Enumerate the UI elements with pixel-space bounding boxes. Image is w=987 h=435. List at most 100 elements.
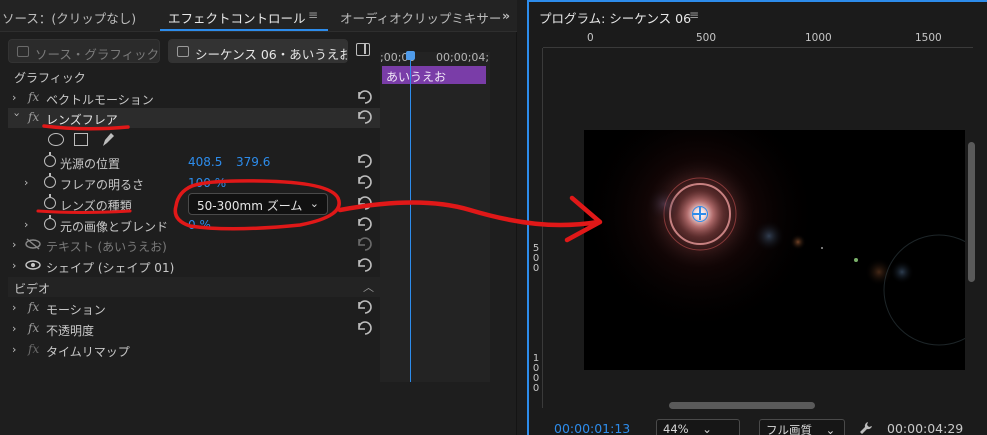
tab-audio-clip-mixer[interactable]: オーディオクリップミキサー <box>340 8 501 27</box>
effect-row-opacity[interactable]: › fx 不透明度 <box>8 319 380 339</box>
effect-row-text-layer[interactable]: › テキスト (あいうえお) <box>8 235 380 255</box>
effect-controls-menu-icon[interactable]: ≡ <box>308 8 318 22</box>
flare-brightness-label: フレアの明るさ <box>60 178 145 192</box>
reset-icon[interactable] <box>356 320 374 336</box>
fx-icon[interactable]: fx <box>28 110 39 124</box>
rectangle-mask-icon[interactable] <box>74 133 88 146</box>
vertical-scrollbar[interactable] <box>968 142 975 282</box>
playhead-line <box>410 52 411 382</box>
source-graphic-chip[interactable]: ソース・グラフィック <box>8 39 160 63</box>
program-viewer[interactable] <box>584 130 965 370</box>
current-timecode[interactable]: 00:00:01:13 <box>554 421 630 435</box>
monitor-controls: 00:00:01:13 44% ⌄ フル画質 ⌄ 00:00:04:29 <box>529 418 987 435</box>
duration-timecode: 00:00:04:29 <box>887 421 964 435</box>
fx-icon[interactable]: fx <box>28 342 39 356</box>
sequence-chip-label: シーケンス 06・あいうえお <box>195 47 348 62</box>
opacity-label: 不透明度 <box>46 324 95 338</box>
wrench-icon[interactable] <box>859 421 873 435</box>
effect-row-flare-center[interactable]: 光源の位置 408.5 379.6 <box>8 152 380 172</box>
blend-value[interactable]: 0 % <box>188 218 211 232</box>
stopwatch-icon[interactable] <box>44 194 56 209</box>
chevron-down-icon: ⌄ <box>309 197 319 210</box>
ellipse-mask-icon[interactable] <box>48 133 64 146</box>
zoom-value: 44% <box>663 422 689 435</box>
reset-icon[interactable] <box>356 174 374 190</box>
effect-row-flare-brightness[interactable]: › フレアの明るさ 100 % <box>8 173 380 193</box>
panel-toggle-icon[interactable] <box>356 43 370 56</box>
reset-icon[interactable] <box>356 195 374 211</box>
quality-value: フル画質 <box>766 423 812 435</box>
ruler-left: 500 1000 <box>529 48 543 408</box>
lens-type-dropdown[interactable]: 50-300mm ズーム ⌄ <box>188 193 328 215</box>
tab-effect-controls[interactable]: エフェクトコントロール <box>168 8 306 27</box>
clip-bar[interactable]: あいうえお <box>382 66 486 84</box>
collapse-chevron-icon[interactable]: › <box>11 113 24 123</box>
expand-chevron-icon[interactable]: › <box>24 176 34 189</box>
active-tab-indicator <box>160 29 328 31</box>
reset-icon[interactable] <box>356 257 374 273</box>
stopwatch-icon[interactable] <box>44 152 56 167</box>
fx-icon[interactable]: fx <box>28 300 39 314</box>
fx-icon[interactable]: fx <box>28 321 39 335</box>
stopwatch-icon[interactable] <box>44 215 56 230</box>
expand-chevron-icon[interactable]: › <box>12 259 22 272</box>
program-monitor-panel: プログラム: シーケンス 06 ≡ 0 500 1000 1500 500 10… <box>527 0 987 435</box>
reset-icon[interactable] <box>356 89 374 105</box>
collapse-caret-icon[interactable]: ︿ <box>363 279 374 295</box>
lens-flare-render <box>584 130 965 346</box>
ruler-left-500: 500 <box>532 243 540 274</box>
visibility-icon[interactable] <box>25 259 41 271</box>
fx-icon[interactable]: fx <box>28 90 39 104</box>
video-section-header: ビデオ ︿ <box>8 277 380 297</box>
flare-center-x-value[interactable]: 408.5 <box>188 155 222 169</box>
ruler-top: 0 500 1000 1500 <box>543 32 973 48</box>
flare-center-handle[interactable] <box>692 206 708 222</box>
zoom-select[interactable]: 44% ⌄ <box>656 419 740 435</box>
playhead-handle[interactable] <box>406 51 415 60</box>
expand-chevron-icon[interactable]: › <box>12 91 22 104</box>
sequence-clip-chip[interactable]: シーケンス 06・あいうえお <box>168 39 348 63</box>
pen-mask-icon[interactable] <box>100 131 116 148</box>
effect-row-blend[interactable]: › 元の画像とブレンド 0 % <box>8 215 380 235</box>
ruler-label-500: 500 <box>696 32 717 44</box>
effect-row-lens-flare[interactable]: › fx レンズフレア <box>8 108 380 128</box>
text-layer-label: テキスト (あいうえお) <box>46 240 167 254</box>
source-chip-label: ソース・グラフィック <box>35 47 160 62</box>
flare-center-y-value[interactable]: 379.6 <box>236 155 270 169</box>
program-menu-icon[interactable]: ≡ <box>689 8 699 22</box>
effect-row-time-remap[interactable]: › fx タイムリマップ <box>8 340 380 360</box>
expand-chevron-icon[interactable]: › <box>12 322 22 335</box>
expand-chevron-icon[interactable]: › <box>12 238 22 251</box>
chevron-down-icon: ⌄ <box>825 423 836 435</box>
motion-label: モーション <box>46 303 106 317</box>
program-monitor-title[interactable]: プログラム: シーケンス 06 <box>539 8 691 27</box>
reset-icon[interactable] <box>356 109 374 125</box>
time-remap-label: タイムリマップ <box>46 345 130 359</box>
chevron-down-icon: ⌄ <box>702 422 712 435</box>
effect-row-shape-layer[interactable]: › シェイプ (シェイプ 01) <box>8 256 380 276</box>
stopwatch-icon[interactable] <box>44 173 56 188</box>
graphic-header-label: グラフィック <box>14 71 86 85</box>
horizontal-scrollbar[interactable] <box>669 402 815 409</box>
quality-select[interactable]: フル画質 ⌄ <box>759 419 845 435</box>
overflow-tabs-icon[interactable]: » <box>502 8 510 23</box>
effect-controls-panel: ソース・グラフィック シーケンス 06・あいうえお グラフィック › fx ベク… <box>0 32 517 435</box>
mask-tools-row <box>8 130 380 150</box>
expand-chevron-icon[interactable]: › <box>12 301 22 314</box>
effect-row-motion[interactable]: › fx モーション <box>8 298 380 318</box>
ruler-left-1000: 1000 <box>532 353 540 394</box>
expand-chevron-icon[interactable]: › <box>24 218 34 231</box>
visibility-off-icon[interactable] <box>25 238 41 250</box>
effect-timeline[interactable]: ;00;00 00;00;04; あいうえお <box>380 51 490 382</box>
flare-brightness-value[interactable]: 100 % <box>188 176 226 190</box>
reset-icon[interactable] <box>356 216 374 232</box>
tab-source[interactable]: ソース：(クリップなし) <box>2 8 136 27</box>
reset-icon[interactable] <box>356 299 374 315</box>
reset-icon[interactable] <box>356 153 374 169</box>
expand-chevron-icon[interactable]: › <box>12 343 22 356</box>
effect-row-vector-motion[interactable]: › fx ベクトルモーション <box>8 88 380 108</box>
flare-center-label: 光源の位置 <box>60 157 121 171</box>
reset-icon[interactable] <box>356 236 374 252</box>
clip-icon <box>17 46 29 57</box>
video-header-label: ビデオ <box>14 282 51 296</box>
